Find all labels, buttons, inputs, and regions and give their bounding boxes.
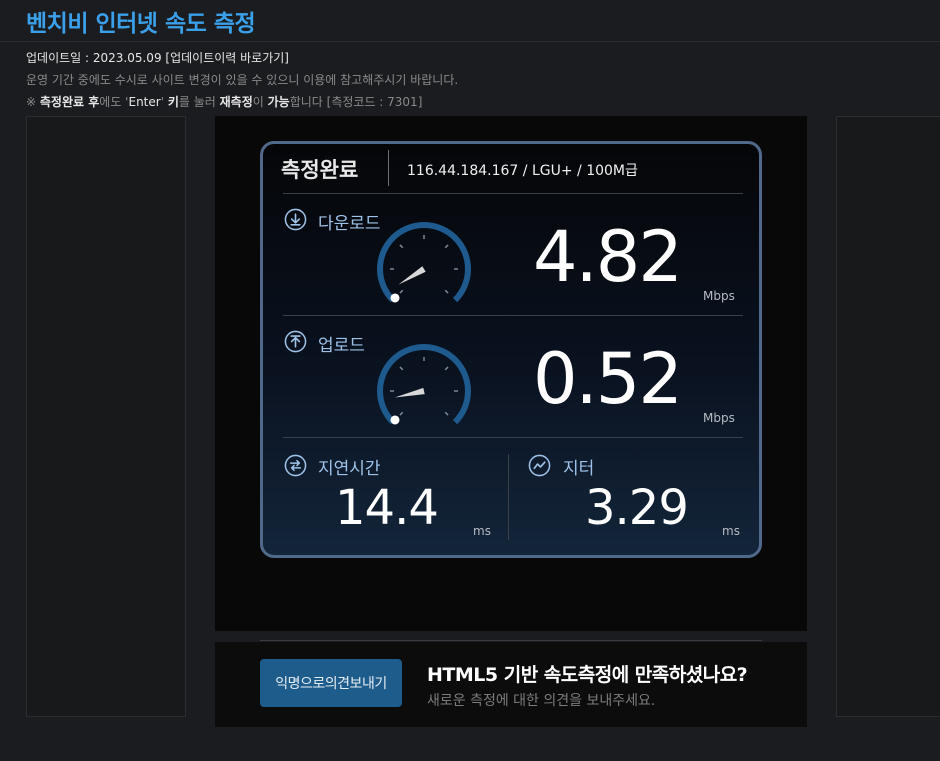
- gauge-tick: [444, 244, 449, 249]
- remeasure-hint: ※ 측정완료 후에도 'Enter' 키를 눌러 재측정이 가능합니다 [측정코…: [26, 95, 423, 109]
- anonymous-feedback-button[interactable]: 익명으로의견보내기: [260, 659, 402, 707]
- jitter-value: 3.29: [585, 480, 689, 536]
- gauge-tick: [444, 411, 449, 416]
- gauge-start-dot: [390, 293, 400, 303]
- download-gauge: [377, 222, 471, 303]
- upload-value: 0.52: [533, 338, 683, 420]
- gauge-tick: [399, 244, 404, 249]
- result-card: 측정완료 116.44.184.167 / LGU+ / 100M급 다운로드 …: [260, 141, 762, 558]
- download-value: 4.82: [533, 216, 683, 298]
- upload-label: 업로드: [318, 336, 365, 356]
- upload-unit: Mbps: [703, 411, 735, 425]
- title-divider: [0, 41, 940, 42]
- jitter-unit: ms: [722, 524, 740, 538]
- latency-label: 지연시간: [318, 459, 381, 479]
- gauge-needle: [398, 266, 426, 285]
- gauge-tick: [399, 366, 404, 371]
- gauge-start-dot: [390, 415, 400, 425]
- gauge-tick: [444, 289, 449, 294]
- speed-test-stage: 측정완료 116.44.184.167 / LGU+ / 100M급 다운로드 …: [215, 116, 807, 631]
- jitter-label: 지터: [563, 459, 595, 479]
- feedback-question: HTML5 기반 속도측정에 만족하셨나요?: [427, 664, 748, 686]
- divider: [283, 315, 743, 316]
- gauge-tick: [444, 366, 449, 371]
- download-unit: Mbps: [703, 289, 735, 303]
- latency-value: 14.4: [335, 480, 439, 536]
- latency-icon: [284, 454, 307, 477]
- header-separator: [388, 150, 389, 186]
- latency-unit: ms: [473, 524, 491, 538]
- gauge-tick: [399, 289, 404, 294]
- measure-status: 측정완료: [281, 158, 359, 182]
- page-title: 벤치비 인터넷 속도 측정: [26, 11, 256, 37]
- metric-separator: [508, 454, 509, 540]
- update-info[interactable]: 업데이트일 : 2023.05.09 [업데이트이력 바로가기]: [26, 50, 289, 66]
- download-icon: [284, 208, 307, 231]
- feedback-subtext: 새로운 측정에 대한 의견을 보내주세요.: [427, 693, 656, 709]
- jitter-icon: [528, 454, 551, 477]
- download-label: 다운로드: [318, 214, 381, 234]
- connection-info: 116.44.184.167 / LGU+ / 100M급: [407, 163, 638, 179]
- notice-text: 운영 기간 중에도 수시로 사이트 변경이 있을 수 있으니 이용에 참고해주시…: [26, 73, 459, 87]
- gauge-tick: [399, 411, 404, 416]
- right-ad-panel: [836, 116, 940, 717]
- feedback-panel: 익명으로의견보내기 HTML5 기반 속도측정에 만족하셨나요? 새로운 측정에…: [215, 642, 807, 727]
- upload-icon: [284, 330, 307, 353]
- divider: [283, 193, 743, 194]
- left-ad-panel: [26, 116, 186, 717]
- panel-divider: [260, 640, 762, 641]
- divider: [283, 437, 743, 438]
- gauge-needle: [394, 387, 425, 398]
- upload-gauge: [377, 344, 471, 425]
